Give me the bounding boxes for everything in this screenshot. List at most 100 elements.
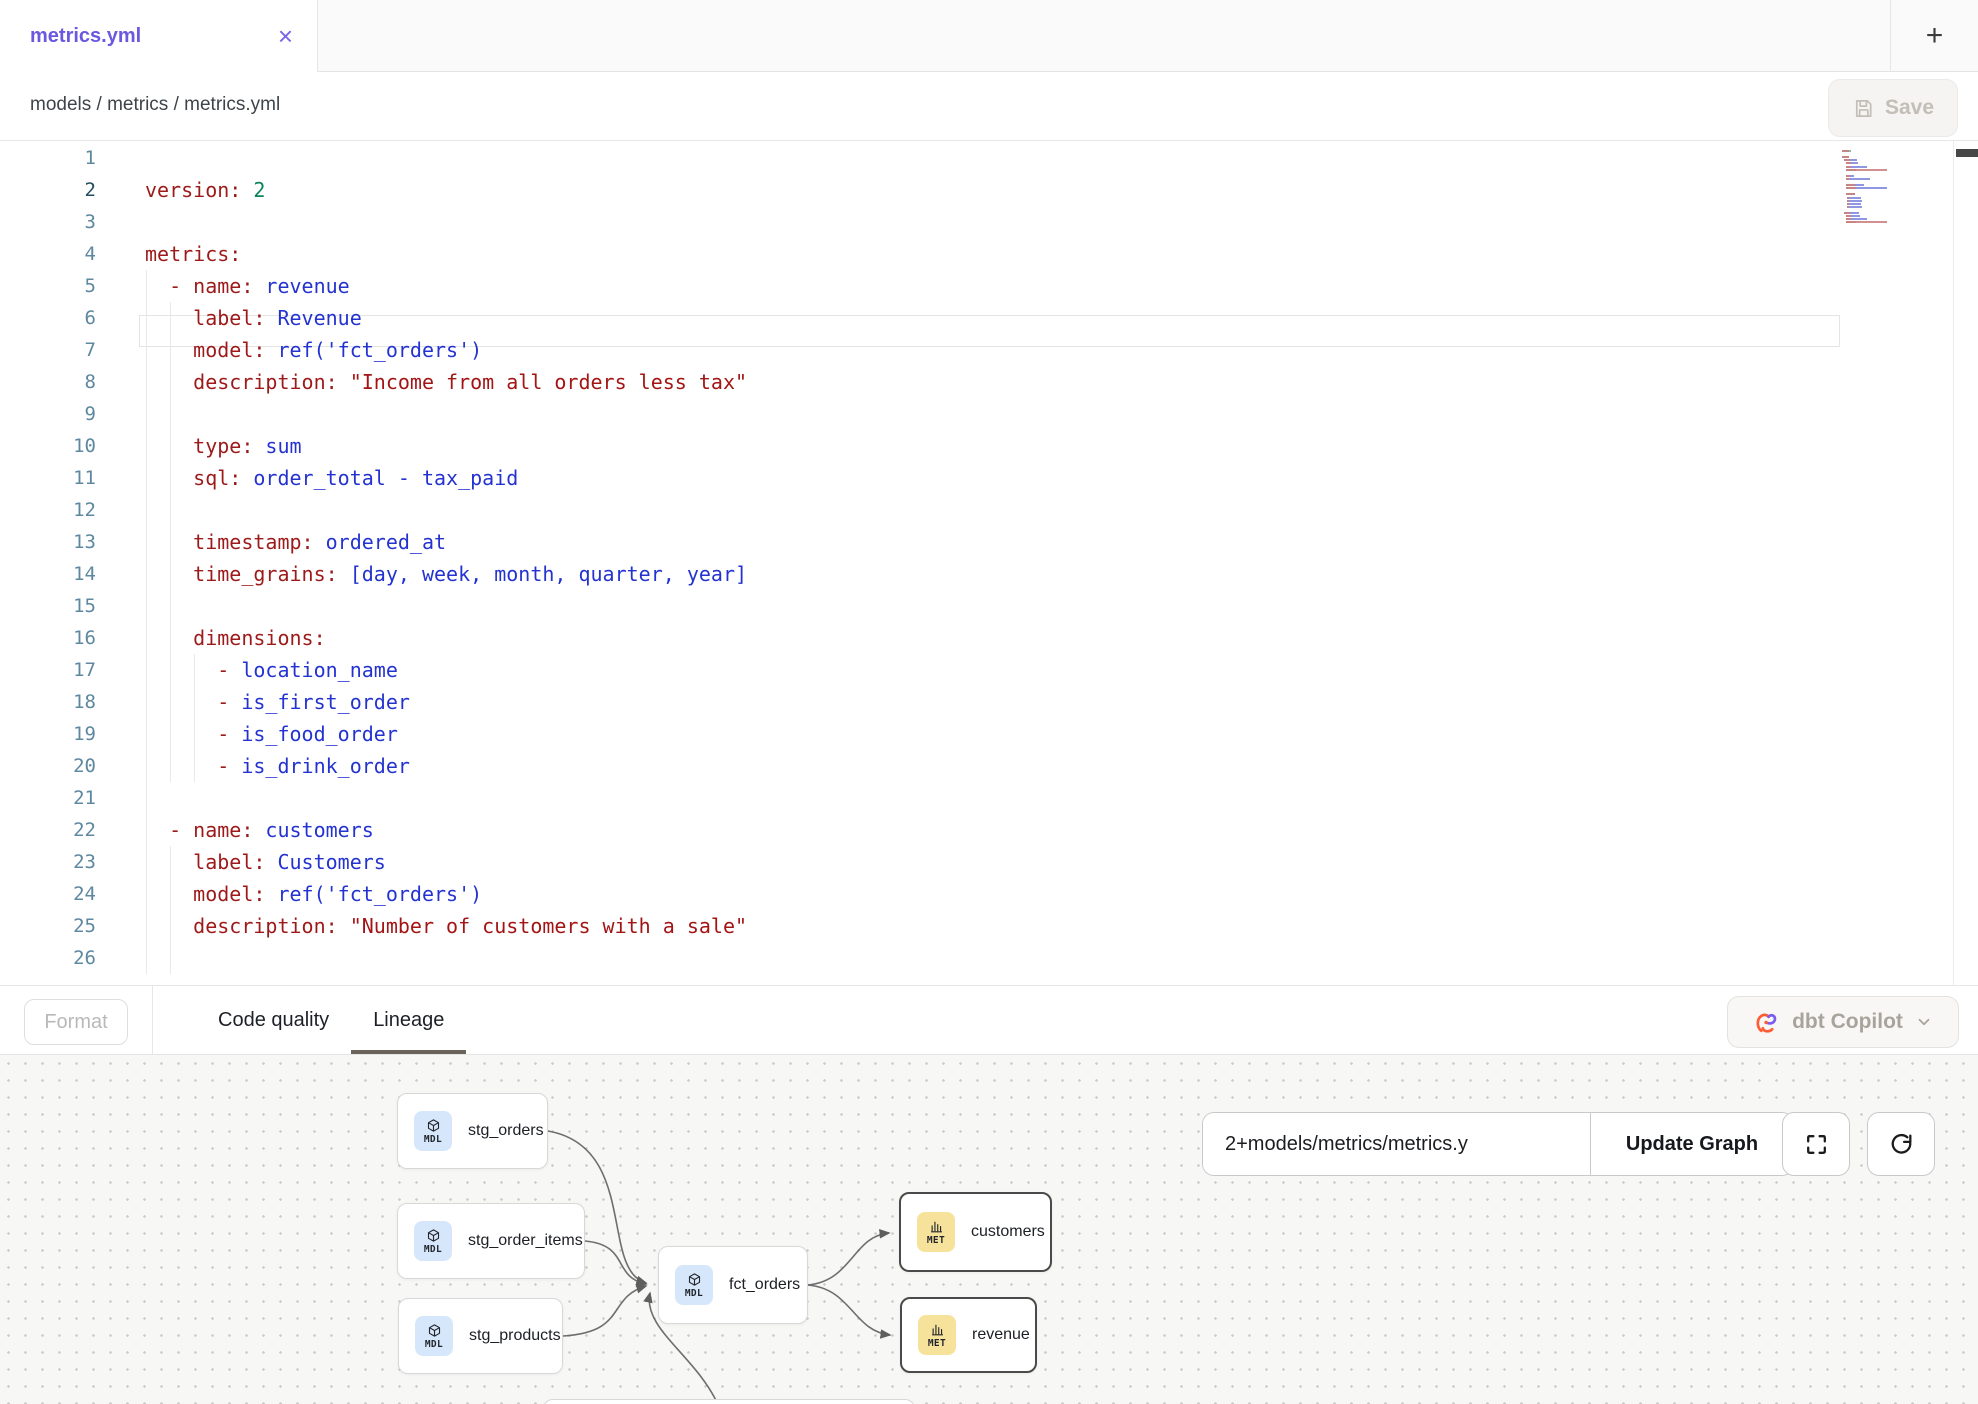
minimap-line — [1842, 221, 1942, 223]
close-icon[interactable]: × — [278, 23, 293, 49]
minimap-line — [1842, 172, 1942, 174]
code-editor[interactable]: 12version: 234metrics:5 - name: revenue6… — [0, 141, 1978, 985]
breadcrumb: models / metrics / metrics.yml — [30, 94, 280, 116]
line-number: 1 — [0, 142, 96, 174]
line-number: 15 — [0, 590, 96, 622]
line-number: 9 — [0, 398, 96, 430]
line-text: description: "Number of customers with a… — [96, 910, 747, 942]
code-line[interactable]: 7 model: ref('fct_orders') — [0, 334, 1978, 366]
new-tab-icon[interactable]: + — [1926, 21, 1944, 51]
code-line[interactable]: 4metrics: — [0, 238, 1978, 270]
code-line[interactable]: 9 — [0, 398, 1978, 430]
ide-window: metrics.yml × + models / metrics / metri… — [0, 0, 1978, 1404]
minimap-line — [1842, 197, 1942, 199]
line-number: 24 — [0, 878, 96, 910]
bottom-toolbar: Format Code quality Lineage dbt Copilot — [0, 985, 1978, 1055]
node-label: fct_orders — [729, 1276, 800, 1294]
code-line[interactable]: 26 — [0, 942, 1978, 974]
lineage-node-stg_order_items[interactable]: MDLstg_order_items — [397, 1203, 585, 1279]
code-line[interactable]: 8 description: "Income from all orders l… — [0, 366, 1978, 398]
code-line[interactable]: 6 label: Revenue — [0, 302, 1978, 334]
lineage-node-stg_products[interactable]: MDLstg_products — [398, 1298, 563, 1374]
line-text: - location_name — [96, 654, 398, 686]
lineage-graph-panel[interactable]: MDLstg_ordersMDLstg_order_itemsMDLstg_pr… — [0, 1055, 1978, 1404]
line-number: 6 — [0, 302, 96, 334]
tab-code-quality[interactable]: Code quality — [196, 986, 351, 1054]
minimap-line — [1842, 212, 1942, 214]
refresh-button[interactable] — [1867, 1112, 1935, 1176]
code-line[interactable]: 3 — [0, 206, 1978, 238]
node-label: stg_orders — [468, 1122, 544, 1140]
minimap-line — [1842, 193, 1942, 195]
line-number: 17 — [0, 654, 96, 686]
tab-lineage[interactable]: Lineage — [351, 986, 466, 1054]
code-line[interactable]: 16 dimensions: — [0, 622, 1978, 654]
line-number: 11 — [0, 462, 96, 494]
line-text: version: 2 — [96, 174, 265, 206]
node-label: customers — [971, 1223, 1045, 1241]
minimap-line — [1842, 162, 1942, 164]
line-number: 22 — [0, 814, 96, 846]
lineage-node-customers[interactable]: MET customers — [899, 1192, 1052, 1272]
code-lines: 12version: 234metrics:5 - name: revenue6… — [0, 142, 1978, 974]
line-text: metrics: — [96, 238, 241, 270]
code-line[interactable]: 25 description: "Number of customers wit… — [0, 910, 1978, 942]
code-line[interactable]: 21 — [0, 782, 1978, 814]
line-number: 4 — [0, 238, 96, 270]
lineage-node-stg_orders[interactable]: MDLstg_orders — [397, 1093, 548, 1169]
model-badge: MDL — [415, 1316, 453, 1356]
line-text — [96, 782, 145, 814]
line-text: label: Revenue — [96, 302, 362, 334]
fullscreen-button[interactable] — [1782, 1112, 1850, 1176]
line-number: 5 — [0, 270, 96, 302]
code-line[interactable]: 12 — [0, 494, 1978, 526]
code-line[interactable]: 23 label: Customers — [0, 846, 1978, 878]
badge-label: MET — [928, 1338, 946, 1349]
line-text: timestamp: ordered_at — [96, 526, 446, 558]
dbt-copilot-button[interactable]: dbt Copilot — [1727, 996, 1959, 1048]
fullscreen-icon — [1803, 1131, 1830, 1158]
badge-label: MDL — [424, 1244, 442, 1255]
lineage-node-revenue[interactable]: METrevenue — [900, 1297, 1037, 1373]
code-line[interactable]: 14 time_grains: [day, week, month, quart… — [0, 558, 1978, 590]
code-line[interactable]: 1 — [0, 142, 1978, 174]
minimap-line — [1842, 175, 1942, 177]
format-label: Format — [44, 1011, 107, 1034]
edge-fct_orders-to-customers — [808, 1233, 889, 1285]
code-line[interactable]: 22 - name: customers — [0, 814, 1978, 846]
editor-minimap[interactable] — [1842, 147, 1942, 227]
code-line[interactable]: 2version: 2 — [0, 174, 1978, 206]
code-line[interactable]: 10 type: sum — [0, 430, 1978, 462]
format-button[interactable]: Format — [24, 999, 128, 1045]
code-line[interactable]: 20 - is_drink_order — [0, 750, 1978, 782]
code-line[interactable]: 18 - is_first_order — [0, 686, 1978, 718]
update-graph-button[interactable]: Update Graph — [1590, 1113, 1793, 1175]
line-number: 10 — [0, 430, 96, 462]
tab-bar-empty-space — [318, 0, 1890, 71]
code-line[interactable]: 19 - is_food_order — [0, 718, 1978, 750]
line-text — [96, 206, 145, 238]
line-number: 25 — [0, 910, 96, 942]
badge-label: MDL — [685, 1288, 703, 1299]
line-number: 13 — [0, 526, 96, 558]
code-line[interactable]: 13 timestamp: ordered_at — [0, 526, 1978, 558]
code-line[interactable]: 17 - location_name — [0, 654, 1978, 686]
code-line[interactable]: 5 - name: revenue — [0, 270, 1978, 302]
line-number: 14 — [0, 558, 96, 590]
panel-tabs: Code quality Lineage — [196, 986, 466, 1054]
tab-metrics-yml[interactable]: metrics.yml × — [0, 0, 318, 72]
save-button[interactable]: Save — [1828, 79, 1958, 137]
editor-scrollbar[interactable] — [1953, 141, 1978, 985]
code-line[interactable]: 24 model: ref('fct_orders') — [0, 878, 1978, 910]
graph-selector-input[interactable] — [1203, 1113, 1590, 1175]
code-line[interactable]: 11 sql: order_total - tax_paid — [0, 462, 1978, 494]
lineage-node-fct_orders[interactable]: MDL fct_orders — [658, 1246, 808, 1324]
line-number: 23 — [0, 846, 96, 878]
badge-label: MET — [927, 1235, 945, 1246]
cube-icon — [427, 1323, 442, 1338]
lineage-node-offscreen_model[interactable] — [543, 1399, 915, 1404]
line-text — [96, 590, 145, 622]
minimap-line — [1842, 215, 1942, 217]
scrollbar-thumb[interactable] — [1956, 149, 1978, 157]
code-line[interactable]: 15 — [0, 590, 1978, 622]
